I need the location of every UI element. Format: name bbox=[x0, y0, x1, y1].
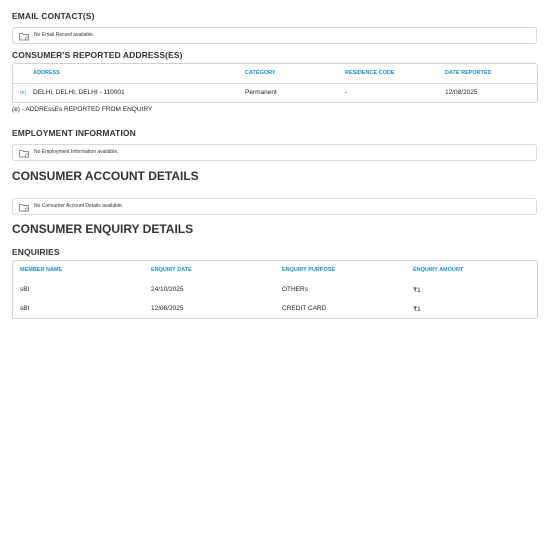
employment-empty-message: No Employment Information available. bbox=[34, 149, 119, 155]
enquiries-table: MEMBER NAME ENQUIRY DATE ENQUIRY PURPOSE… bbox=[12, 260, 538, 319]
address-table: ADDRESS CATEGORY RESIDENCE CODE DATE REP… bbox=[12, 63, 538, 103]
member-name-cell: sBI bbox=[20, 305, 30, 312]
address-heading: CONSUMER'S REPORTED ADDRESS(ES) bbox=[12, 50, 183, 60]
member-name-cell: sBI bbox=[20, 286, 30, 293]
account-details-heading: CONSUMER ACCOUNT DETAILS bbox=[12, 169, 199, 183]
email-empty-box: No Email Record available. bbox=[12, 27, 537, 44]
enquiry-date-cell: 12/08/2025 bbox=[151, 305, 184, 312]
account-empty-box: No Consumer Account Details available. bbox=[12, 198, 537, 215]
column-header-category: CATEGORY bbox=[245, 70, 276, 76]
email-heading: EMAIL CONTACT(S) bbox=[12, 11, 95, 21]
report-page: EMAIL CONTACT(S) No Email Record availab… bbox=[0, 0, 557, 552]
column-header-member-name: MEMBER NAME bbox=[20, 267, 63, 273]
enquiry-details-heading: CONSUMER ENQUIRY DETAILS bbox=[12, 222, 194, 236]
enquiry-purpose-cell: CREDIT CARD bbox=[282, 305, 327, 312]
header-divider bbox=[13, 83, 537, 84]
enquiry-tag: (e) bbox=[20, 90, 27, 96]
folder-icon bbox=[19, 33, 29, 41]
employment-heading: EMPLOYMENT INFORMATION bbox=[12, 128, 136, 138]
column-header-address: ADDRESS bbox=[33, 70, 60, 76]
enquiry-date-cell: 24/10/2025 bbox=[151, 286, 184, 293]
address-cell: DELHI, DELHI, DELHI - 110001 bbox=[33, 89, 125, 96]
enquiry-purpose-cell: OTHERs bbox=[282, 286, 308, 293]
enquiries-heading: ENQUIRIES bbox=[12, 247, 60, 257]
column-header-date-reported: DATE REPORTED bbox=[445, 70, 492, 76]
account-empty-message: No Consumer Account Details available. bbox=[34, 203, 124, 209]
column-header-residence-code: RESIDENCE CODE bbox=[345, 70, 395, 76]
enquiry-amount-cell: ₹1 bbox=[413, 287, 421, 294]
folder-icon bbox=[19, 150, 29, 158]
folder-icon bbox=[19, 204, 29, 212]
email-empty-message: No Email Record available. bbox=[34, 32, 95, 38]
category-cell: Permanent bbox=[245, 89, 277, 96]
address-footnote: (e) - ADDREssEs REPORTED FROM ENQUIRY bbox=[12, 106, 153, 113]
column-header-enquiry-amount: ENQUIRY AMOUNT bbox=[413, 267, 464, 273]
residence-code-cell: - bbox=[345, 89, 348, 96]
enquiry-amount-cell: ₹1 bbox=[413, 306, 421, 313]
employment-empty-box: No Employment Information available. bbox=[12, 144, 537, 161]
date-reported-cell: 12/08/2025 bbox=[445, 89, 478, 96]
column-header-enquiry-purpose: ENQUIRY PURPOSE bbox=[282, 267, 336, 273]
column-header-enquiry-date: ENQUIRY DATE bbox=[151, 267, 192, 273]
